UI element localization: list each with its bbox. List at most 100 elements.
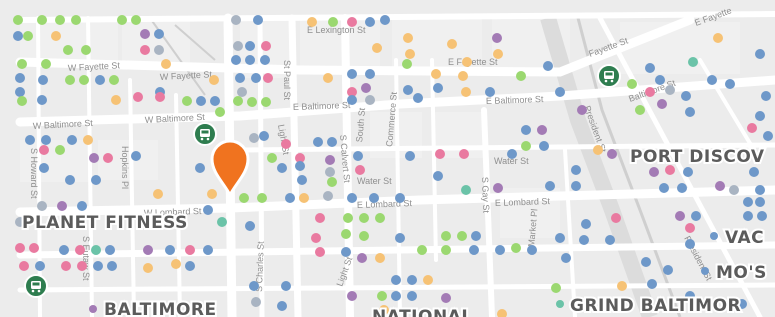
poi-dot-icon[interactable] bbox=[617, 281, 627, 291]
poi-dot-icon[interactable] bbox=[380, 15, 390, 25]
poi-marker[interactable] bbox=[556, 300, 564, 308]
poi-dot-icon[interactable] bbox=[57, 201, 67, 211]
poi-marker[interactable] bbox=[701, 267, 709, 275]
poi-dot-icon[interactable] bbox=[203, 245, 213, 255]
poi-dot-icon[interactable] bbox=[459, 149, 469, 159]
poi-dot-icon[interactable] bbox=[281, 139, 291, 149]
poi-dot-icon[interactable] bbox=[611, 213, 621, 223]
poi-dot-icon[interactable] bbox=[143, 245, 153, 255]
poi-dot-icon[interactable] bbox=[347, 193, 357, 203]
poi-dot-icon[interactable] bbox=[685, 239, 695, 249]
poi-dot-icon[interactable] bbox=[361, 83, 371, 93]
poi-dot-icon[interactable] bbox=[395, 233, 405, 243]
poi-dot-icon[interactable] bbox=[647, 279, 657, 289]
poi-dot-icon[interactable] bbox=[347, 291, 357, 301]
poi-dot-icon[interactable] bbox=[131, 15, 141, 25]
transit-stop[interactable] bbox=[597, 64, 621, 88]
poi-dot-icon[interactable] bbox=[38, 75, 48, 85]
poi-dot-icon[interactable] bbox=[593, 145, 603, 155]
poi-dot-icon[interactable] bbox=[627, 79, 637, 89]
poi-dot-icon[interactable] bbox=[521, 141, 531, 151]
poi-dot-icon[interactable] bbox=[245, 221, 255, 231]
poi-dot-icon[interactable] bbox=[725, 79, 735, 89]
poi-dot-icon[interactable] bbox=[407, 291, 417, 301]
poi-dot-icon[interactable] bbox=[89, 153, 99, 163]
poi-dot-icon[interactable] bbox=[75, 245, 85, 255]
poi-dot-icon[interactable] bbox=[153, 189, 163, 199]
poi-dot-icon[interactable] bbox=[458, 71, 468, 81]
poi-dot-icon[interactable] bbox=[539, 141, 549, 151]
poi-dot-icon[interactable] bbox=[311, 233, 321, 243]
poi-dot-icon[interactable] bbox=[641, 257, 651, 267]
poi-dot-icon[interactable] bbox=[77, 201, 87, 211]
poi-dot-icon[interactable] bbox=[83, 135, 93, 145]
poi-dot-icon[interactable] bbox=[281, 281, 291, 291]
poi-dot-icon[interactable] bbox=[423, 275, 433, 285]
poi-dot-icon[interactable] bbox=[571, 165, 581, 175]
poi-dot-icon[interactable] bbox=[749, 167, 759, 177]
poi-dot-icon[interactable] bbox=[365, 17, 375, 27]
poi-dot-icon[interactable] bbox=[81, 45, 91, 55]
poi-dot-icon[interactable] bbox=[196, 96, 206, 106]
poi-dot-icon[interactable] bbox=[675, 211, 685, 221]
poi-dot-icon[interactable] bbox=[359, 213, 369, 223]
poi-dot-icon[interactable] bbox=[743, 211, 753, 221]
poi-dot-icon[interactable] bbox=[571, 181, 581, 191]
poi-dot-icon[interactable] bbox=[527, 245, 537, 255]
poi-dot-icon[interactable] bbox=[239, 193, 249, 203]
poi-dot-icon[interactable] bbox=[51, 31, 61, 41]
poi-dot-icon[interactable] bbox=[635, 105, 645, 115]
poi-dot-icon[interactable] bbox=[39, 145, 49, 155]
poi-dot-icon[interactable] bbox=[663, 265, 673, 275]
poi-dot-icon[interactable] bbox=[545, 181, 555, 191]
poi-dot-icon[interactable] bbox=[516, 71, 526, 81]
place-label-baltimore[interactable]: BALTIMORE bbox=[102, 298, 218, 317]
poi-dot-icon[interactable] bbox=[681, 91, 691, 101]
poi-dot-icon[interactable] bbox=[17, 96, 27, 106]
poi-dot-icon[interactable] bbox=[365, 69, 375, 79]
poi-dot-icon[interactable] bbox=[91, 175, 101, 185]
poi-dot-icon[interactable] bbox=[77, 261, 87, 271]
poi-dot-icon[interactable] bbox=[182, 96, 192, 106]
poi-dot-icon[interactable] bbox=[17, 59, 27, 69]
poi-dot-icon[interactable] bbox=[657, 99, 667, 109]
poi-dot-icon[interactable] bbox=[493, 49, 503, 59]
poi-dot-icon[interactable] bbox=[328, 17, 338, 27]
poi-dot-icon[interactable] bbox=[391, 275, 401, 285]
poi-dot-icon[interactable] bbox=[471, 231, 481, 241]
poi-dot-icon[interactable] bbox=[133, 92, 143, 102]
poi-dot-icon[interactable] bbox=[277, 301, 287, 311]
poi-dot-icon[interactable] bbox=[665, 85, 675, 95]
poi-dot-icon[interactable] bbox=[61, 261, 71, 271]
poi-dot-icon[interactable] bbox=[103, 153, 113, 163]
place-label-planet-fitness[interactable]: PLANET FITNESS bbox=[20, 211, 189, 235]
poi-dot-icon[interactable] bbox=[507, 149, 517, 159]
poi-dot-icon[interactable] bbox=[713, 33, 723, 43]
poi-dot-icon[interactable] bbox=[79, 75, 89, 85]
poi-dot-icon[interactable] bbox=[154, 45, 164, 55]
poi-dot-icon[interactable] bbox=[313, 137, 323, 147]
poi-dot-icon[interactable] bbox=[65, 175, 75, 185]
poi-dot-icon[interactable] bbox=[461, 87, 471, 97]
poi-dot-icon[interactable] bbox=[65, 75, 75, 85]
poi-dot-icon[interactable] bbox=[117, 15, 127, 25]
poi-dot-icon[interactable] bbox=[323, 73, 333, 83]
poi-dot-icon[interactable] bbox=[555, 87, 565, 97]
poi-dot-icon[interactable] bbox=[462, 57, 472, 67]
poi-dot-icon[interactable] bbox=[355, 165, 365, 175]
poi-dot-icon[interactable] bbox=[372, 43, 382, 53]
poi-dot-icon[interactable] bbox=[495, 245, 505, 255]
poi-dot-icon[interactable] bbox=[111, 95, 121, 105]
poi-dot-icon[interactable] bbox=[327, 137, 337, 147]
poi-dot-icon[interactable] bbox=[645, 87, 655, 97]
poi-dot-icon[interactable] bbox=[655, 75, 665, 85]
poi-dot-icon[interactable] bbox=[263, 73, 273, 83]
poi-dot-icon[interactable] bbox=[105, 245, 115, 255]
poi-dot-icon[interactable] bbox=[375, 253, 385, 263]
poi-dot-icon[interactable] bbox=[233, 41, 243, 51]
poi-dot-icon[interactable] bbox=[441, 245, 451, 255]
poi-dot-icon[interactable] bbox=[267, 153, 277, 163]
poi-dot-icon[interactable] bbox=[297, 175, 307, 185]
poi-dot-icon[interactable] bbox=[375, 213, 385, 223]
poi-dot-icon[interactable] bbox=[469, 245, 479, 255]
